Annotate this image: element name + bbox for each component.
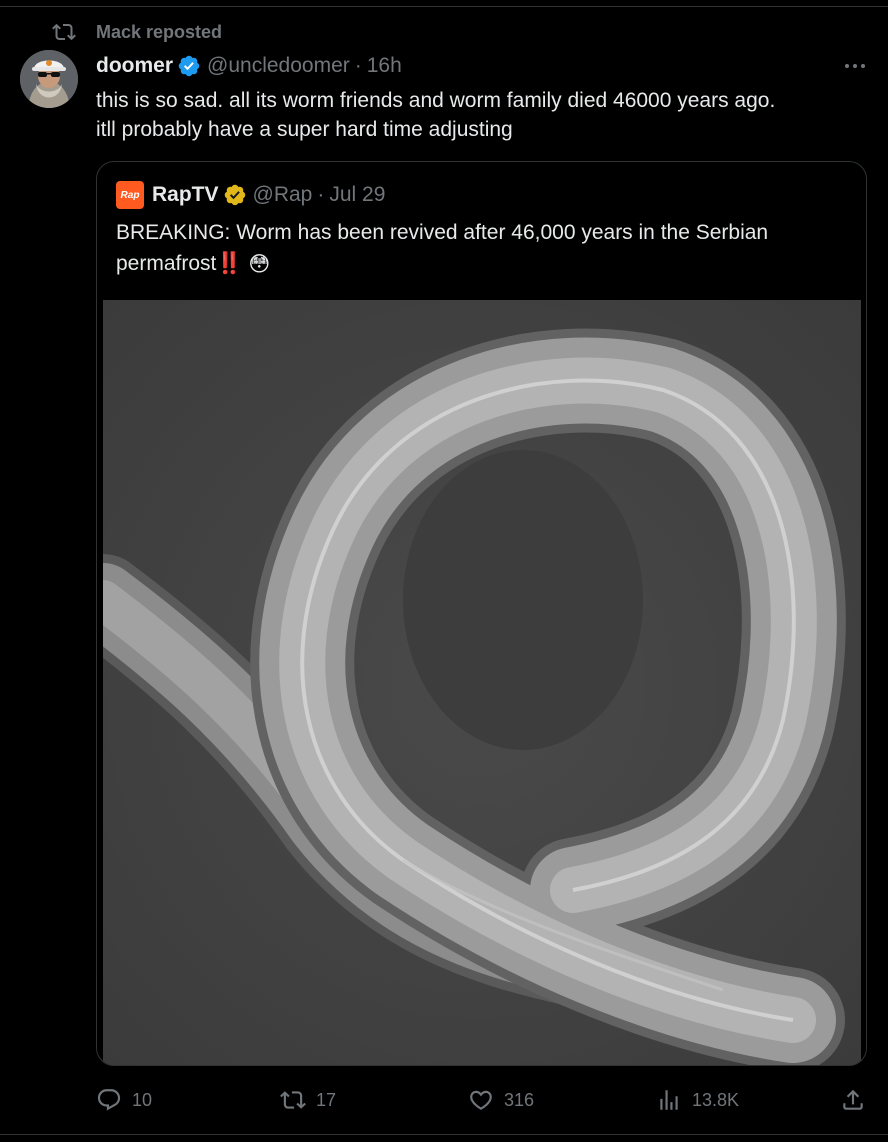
share-button[interactable] <box>840 1086 876 1114</box>
quoted-post-time[interactable]: Jul 29 <box>329 183 385 207</box>
flushed-face-emoji: 😳 <box>248 252 271 276</box>
like-count: 316 <box>504 1089 535 1110</box>
double-exclamation-emoji: ‼️ <box>216 252 243 275</box>
analytics-icon <box>660 1090 678 1110</box>
repost-banner[interactable]: Mack reposted <box>52 20 222 44</box>
share-icon <box>843 1089 863 1110</box>
quoted-post-header: Rap RapTV @Rap · Jul 29 <box>116 181 385 209</box>
repost-icon <box>52 23 76 41</box>
post-text-line: this is so sad. all its worm friends and… <box>96 89 776 112</box>
reply-button[interactable]: 10 <box>96 1086 152 1114</box>
worm-microscope-image <box>103 300 861 1065</box>
raptv-logo[interactable]: Rap <box>116 181 144 209</box>
more-button[interactable] <box>842 54 868 78</box>
reply-count: 10 <box>132 1089 153 1110</box>
dot-separator: · <box>317 183 325 206</box>
quoted-author-name[interactable]: RapTV <box>152 183 219 207</box>
verified-badge-icon[interactable] <box>177 54 201 78</box>
bottom-divider <box>0 1134 888 1135</box>
more-icon <box>845 64 865 68</box>
gold-verified-badge-icon[interactable] <box>223 183 247 207</box>
repost-count: 17 <box>316 1089 337 1110</box>
quoted-post-text: BREAKING: Worm has been revived after 46… <box>116 217 846 280</box>
post-text: this is so sad. all its worm friends and… <box>96 86 866 144</box>
heart-icon <box>470 1090 492 1110</box>
post-time[interactable]: 16h <box>367 54 402 78</box>
post-text-line: itll probably have a super hard time adj… <box>96 118 513 141</box>
avatar-image <box>20 50 78 108</box>
repost-banner-text: Mack reposted <box>96 21 223 42</box>
quoted-post[interactable]: Rap RapTV @Rap · Jul 29 BREAKING: Worm h… <box>96 161 867 1066</box>
quoted-author-handle[interactable]: @Rap <box>253 183 313 207</box>
quoted-text-line: permafrost‼️ 😳 <box>116 248 846 280</box>
avatar[interactable] <box>20 50 78 108</box>
author-name[interactable]: doomer <box>96 54 173 78</box>
post-header: doomer @uncledoomer · 16h <box>96 52 402 80</box>
quoted-post-image[interactable] <box>103 300 861 1065</box>
dot-separator: · <box>354 54 362 77</box>
author-handle[interactable]: @uncledoomer <box>207 54 350 78</box>
quoted-text-line2: permafrost <box>116 252 217 275</box>
quoted-text-line: BREAKING: Worm has been revived after 46… <box>116 221 769 244</box>
view-count: 13.8K <box>692 1089 740 1110</box>
views-button[interactable]: 13.8K <box>656 1086 739 1114</box>
repost-button[interactable]: 17 <box>280 1086 336 1114</box>
action-bar: 10 17 316 13.8K <box>96 1086 872 1114</box>
repost-icon <box>280 1091 306 1109</box>
top-divider <box>0 6 888 7</box>
like-button[interactable]: 316 <box>468 1086 534 1114</box>
reply-icon <box>97 1089 121 1111</box>
